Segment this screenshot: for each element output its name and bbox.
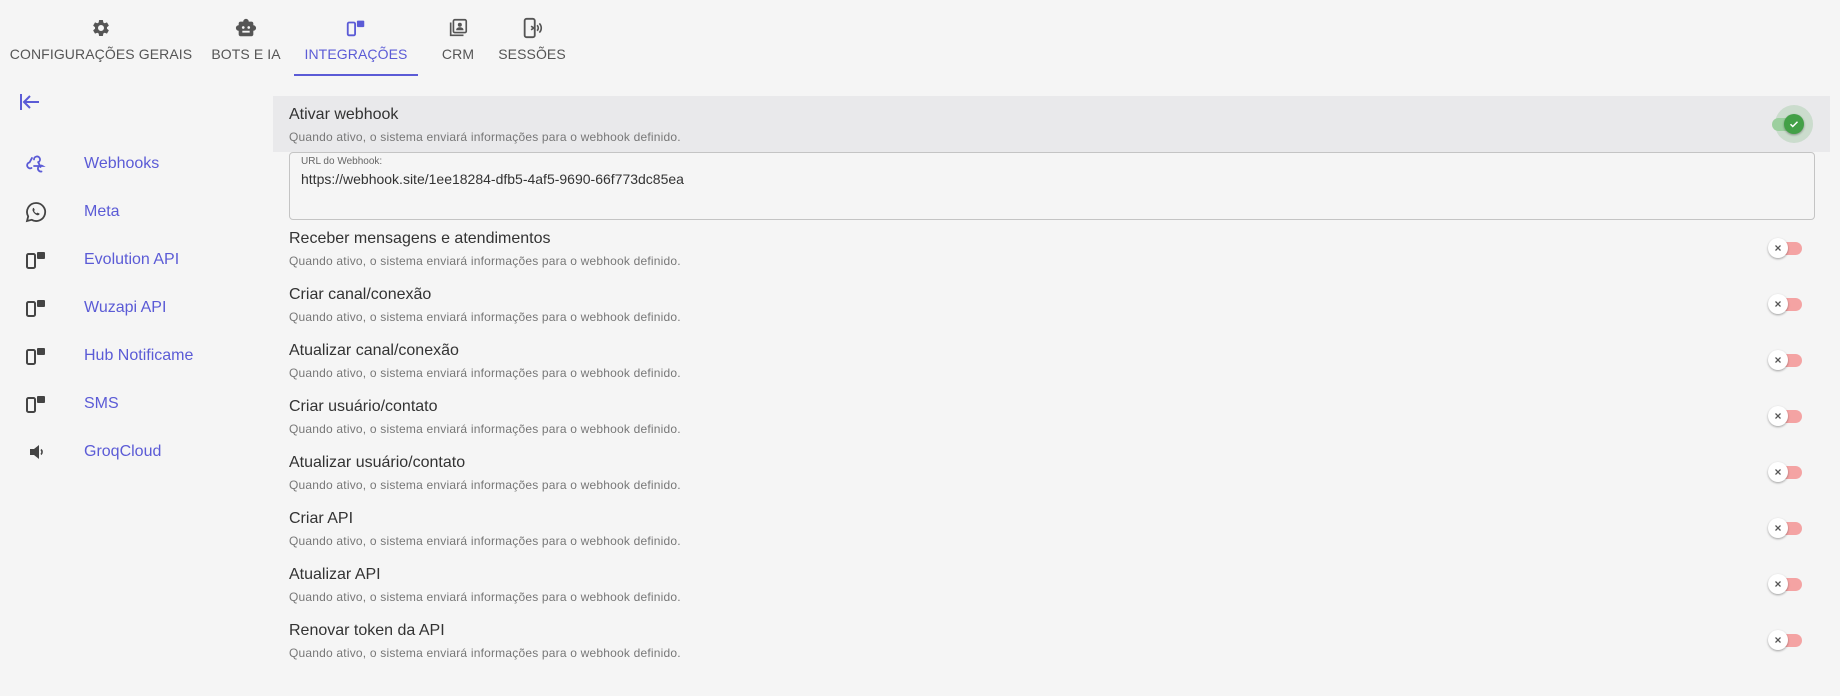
whatsapp-icon (24, 200, 58, 224)
sidebar-item-label: Webhooks (84, 155, 160, 172)
webhook-events-list: Receber mensagens e atendimentos Quando … (273, 220, 1830, 668)
toggle-thumb (1768, 518, 1788, 538)
setting-toggle[interactable] (1768, 236, 1804, 260)
setting-ativar-webhook: Ativar webhook Quando ativo, o sistema e… (273, 96, 1830, 152)
setting-title: Atualizar canal/conexão (289, 342, 459, 359)
toggle-thumb (1768, 294, 1788, 314)
setting-description: Quando ativo, o sistema enviará informaç… (289, 366, 681, 380)
sidebar-item-meta[interactable]: Meta (24, 188, 254, 236)
setting-description: Quando ativo, o sistema enviará informaç… (289, 130, 681, 144)
setting-criar-canal: Criar canal/conexão Quando ativo, o sist… (273, 276, 1830, 332)
toggle-thumb (1768, 574, 1788, 594)
setting-toggle[interactable] (1768, 628, 1804, 652)
close-icon (1775, 245, 1781, 251)
sidebar-item-label: GroqCloud (84, 443, 162, 460)
toggle-thumb (1784, 114, 1804, 134)
check-icon (1789, 121, 1799, 128)
toggle-thumb (1768, 406, 1788, 426)
tab-label: BOTS E IA (211, 46, 281, 62)
setting-toggle[interactable] (1768, 348, 1804, 372)
tab-label: SESSÕES (498, 46, 566, 62)
setting-description: Quando ativo, o sistema enviará informaç… (289, 478, 681, 492)
sidebar-item-groqcloud[interactable]: GroqCloud (24, 428, 254, 476)
close-icon (1775, 637, 1781, 643)
setting-criar-api: Criar API Quando ativo, o sistema enviar… (273, 500, 1830, 556)
setting-receber-mensagens: Receber mensagens e atendimentos Quando … (273, 220, 1830, 276)
integration-icon (344, 16, 368, 40)
setting-toggle[interactable] (1768, 292, 1804, 316)
setting-description: Quando ativo, o sistema enviará informaç… (289, 254, 681, 268)
gear-icon (89, 16, 113, 40)
integration-icon (24, 344, 58, 368)
toggle-thumb (1768, 238, 1788, 258)
toggle-thumb (1768, 350, 1788, 370)
setting-atualizar-canal: Atualizar canal/conexão Quando ativo, o … (273, 332, 1830, 388)
sidebar-item-hub-notificame[interactable]: Hub Notificame (24, 332, 254, 380)
close-icon (1775, 581, 1781, 587)
setting-toggle[interactable] (1768, 572, 1804, 596)
close-icon (1775, 357, 1781, 363)
setting-title: Ativar webhook (289, 106, 399, 123)
setting-title: Atualizar API (289, 566, 381, 583)
tab-crm[interactable]: CRM (428, 0, 488, 76)
setting-title: Receber mensagens e atendimentos (289, 230, 551, 247)
toggle-thumb (1768, 462, 1788, 482)
setting-description: Quando ativo, o sistema enviará informaç… (289, 422, 681, 436)
sidebar-item-label: Wuzapi API (84, 299, 167, 316)
setting-criar-usuario: Criar usuário/contato Quando ativo, o si… (273, 388, 1830, 444)
setting-title: Renovar token da API (289, 622, 445, 639)
integration-icon (24, 248, 58, 272)
setting-title: Criar usuário/contato (289, 398, 438, 415)
tab-configuracoes-gerais[interactable]: CONFIGURAÇÕES GERAIS (0, 0, 202, 76)
setting-description: Quando ativo, o sistema enviará informaç… (289, 590, 681, 604)
sidebar-item-webhooks[interactable]: Webhooks (24, 140, 254, 188)
setting-renovar-token: Renovar token da API Quando ativo, o sis… (273, 612, 1830, 668)
setting-title: Atualizar usuário/contato (289, 454, 466, 471)
webhook-url-input[interactable] (301, 171, 1801, 187)
sidebar-item-label: SMS (84, 395, 119, 412)
sidebar-item-evolution-api[interactable]: Evolution API (24, 236, 254, 284)
sidebar-item-label: Hub Notificame (84, 347, 194, 364)
close-icon (1775, 525, 1781, 531)
setting-title: Criar canal/conexão (289, 286, 432, 303)
collapse-left-icon (18, 90, 42, 119)
setting-toggle[interactable] (1768, 460, 1804, 484)
field-label: URL do Webhook: (301, 156, 383, 167)
sidebar-item-label: Evolution API (84, 251, 180, 268)
webhook-icon (24, 152, 58, 176)
webhook-enable-toggle[interactable] (1768, 105, 1813, 143)
setting-toggle[interactable] (1768, 404, 1804, 428)
setting-description: Quando ativo, o sistema enviará informaç… (289, 534, 681, 548)
setting-toggle[interactable] (1768, 516, 1804, 540)
close-icon (1775, 301, 1781, 307)
toggle-thumb (1768, 630, 1788, 650)
sidebar-menu: Webhooks Meta Evolution API Wuzapi API H… (24, 140, 254, 476)
sidebar-item-wuzapi-api[interactable]: Wuzapi API (24, 284, 254, 332)
tab-label: CONFIGURAÇÕES GERAIS (9, 46, 193, 62)
webhook-url-field[interactable]: URL do Webhook: (289, 152, 1815, 220)
close-icon (1775, 413, 1781, 419)
integration-icon (24, 392, 58, 416)
tab-sessoes[interactable]: SESSÕES (488, 0, 576, 76)
contacts-icon (446, 16, 470, 40)
setting-atualizar-api: Atualizar API Quando ativo, o sistema en… (273, 556, 1830, 612)
tab-bots-e-ia[interactable]: BOTS E IA (202, 0, 290, 76)
tab-integracoes[interactable]: INTEGRAÇÕES (294, 0, 418, 76)
speaker-icon (24, 440, 58, 464)
top-tabs: CONFIGURAÇÕES GERAIS BOTS E IA INTEGRAÇÕ… (0, 0, 576, 76)
sidebar-item-sms[interactable]: SMS (24, 380, 254, 428)
setting-title: Criar API (289, 510, 354, 527)
setting-description: Quando ativo, o sistema enviará informaç… (289, 646, 681, 660)
integration-icon (24, 296, 58, 320)
close-icon (1775, 469, 1781, 475)
setting-description: Quando ativo, o sistema enviará informaç… (289, 310, 681, 324)
webhook-settings-panel: Ativar webhook Quando ativo, o sistema e… (273, 96, 1830, 668)
tab-label: INTEGRAÇÕES (304, 46, 408, 62)
setting-atualizar-usuario: Atualizar usuário/contato Quando ativo, … (273, 444, 1830, 500)
tab-label: CRM (441, 46, 475, 62)
phone-signal-icon (520, 16, 544, 40)
collapse-sidebar-button[interactable] (16, 90, 44, 118)
sidebar-item-label: Meta (84, 203, 120, 220)
robot-icon (234, 16, 258, 40)
